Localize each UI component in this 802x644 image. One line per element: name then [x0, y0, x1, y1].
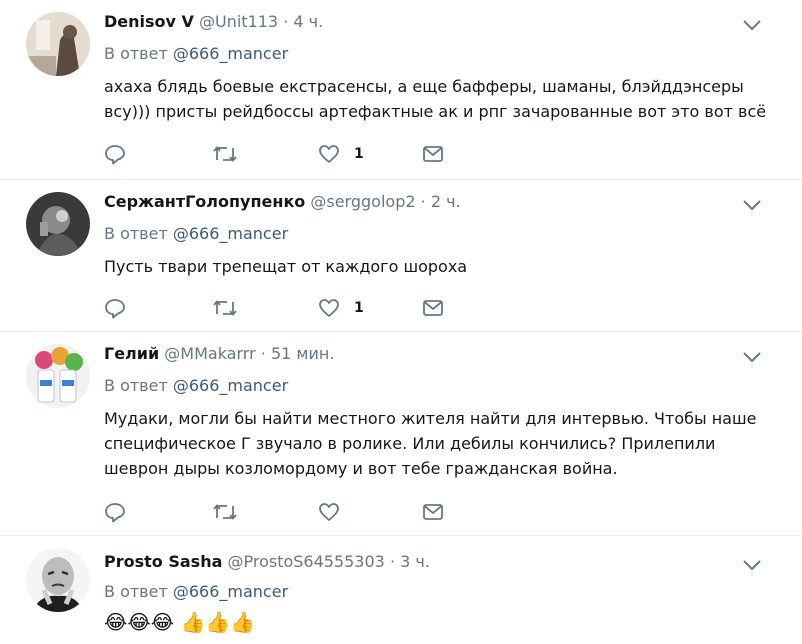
like-count: 1	[354, 146, 364, 162]
reply-mention-link[interactable]: @666_mancer	[173, 224, 288, 243]
reply-prefix: В ответ	[104, 582, 168, 601]
tweet-actions	[104, 500, 464, 524]
reply-mention-link[interactable]: @666_mancer	[173, 376, 288, 395]
tweet-text-line: 😂😂😂 👍👍👍	[104, 610, 256, 634]
tweet-text: Мудаки, могли бы найти местного жителя н…	[104, 406, 784, 481]
tweet[interactable]: СержантГолопупенко @serggolop2 · 2 ч. В …	[0, 180, 802, 332]
dm-button[interactable]	[422, 296, 444, 320]
avatar[interactable]	[26, 192, 90, 256]
separator-dot: ·	[260, 344, 266, 363]
reply-prefix: В ответ	[104, 376, 168, 395]
like-icon	[318, 143, 340, 165]
dm-button[interactable]	[422, 142, 444, 166]
reply-mention-link[interactable]: @666_mancer	[173, 582, 288, 601]
avatar[interactable]	[26, 12, 90, 76]
separator-dot: ·	[389, 552, 396, 571]
retweet-icon	[212, 297, 238, 319]
dm-icon	[422, 501, 444, 523]
display-name[interactable]: Гелий	[104, 344, 159, 363]
retweet-button[interactable]	[212, 296, 238, 320]
reply-context: В ответ @666_mancer	[104, 582, 288, 602]
chevron-down-icon[interactable]	[742, 17, 762, 31]
tweet-text-line: Пусть твари трепещат от каждого шороха	[104, 257, 468, 276]
like-icon	[318, 297, 340, 319]
like-button[interactable]: 1	[318, 296, 364, 320]
tweet-text: 😂😂😂 👍👍👍	[104, 610, 255, 634]
reply-button[interactable]	[104, 142, 126, 166]
timestamp[interactable]: 4 ч.	[293, 12, 323, 31]
tweet-header: Denisov V @Unit113 · 4 ч.	[104, 12, 323, 32]
dm-button[interactable]	[422, 500, 444, 524]
timestamp[interactable]: 3 ч.	[400, 552, 430, 571]
display-name[interactable]: СержантГолопупенко	[104, 192, 305, 211]
reply-feed: Denisov V @Unit113 · 4 ч. В ответ @666_m…	[0, 0, 802, 644]
like-button[interactable]	[318, 500, 354, 524]
tweet-actions: 1	[104, 296, 464, 320]
reply-prefix: В ответ	[104, 224, 168, 243]
user-handle[interactable]: @ProstoS64555303	[227, 552, 384, 571]
display-name[interactable]: Denisov V	[104, 12, 194, 31]
avatar[interactable]	[26, 548, 90, 612]
reply-mention-link[interactable]: @666_mancer	[173, 44, 288, 63]
user-handle[interactable]: @MMakarrr	[164, 344, 255, 363]
retweet-icon	[212, 143, 238, 165]
separator-dot: ·	[420, 192, 426, 211]
reply-context: В ответ @666_mancer	[104, 44, 288, 64]
user-handle[interactable]: @Unit113	[199, 12, 278, 31]
tweet-text: ахаха блядь боевые екстрасенсы, а еще ба…	[104, 74, 784, 124]
retweet-icon	[212, 501, 238, 523]
display-name[interactable]: Prosto Sasha	[104, 552, 222, 571]
timestamp[interactable]: 2 ч.	[431, 192, 461, 211]
dm-icon	[422, 297, 444, 319]
tweet[interactable]: Denisov V @Unit113 · 4 ч. В ответ @666_m…	[0, 0, 802, 180]
reply-icon	[104, 143, 126, 165]
reply-button[interactable]	[104, 500, 126, 524]
avatar[interactable]	[26, 344, 90, 408]
chevron-down-icon[interactable]	[742, 349, 762, 363]
reply-prefix: В ответ	[104, 44, 168, 63]
reply-icon	[104, 501, 126, 523]
like-button[interactable]: 1	[318, 142, 364, 166]
tweet-header: Гелий @MMakarrr · 51 мин.	[104, 344, 334, 364]
dm-icon	[422, 143, 444, 165]
chevron-down-icon[interactable]	[742, 557, 762, 571]
separator-dot: ·	[283, 12, 289, 31]
user-handle[interactable]: @serggolop2	[310, 192, 415, 211]
tweet-header: Prosto Sasha @ProstoS64555303 · 3 ч.	[104, 552, 430, 572]
tweet[interactable]: Prosto Sasha @ProstoS64555303 · 3 ч. В о…	[0, 536, 802, 644]
tweet-text-line: шеврон дыры козломордому и вот тебе граж…	[104, 459, 618, 478]
tweet-text: Пусть твари трепещат от каждого шороха	[104, 254, 784, 279]
reply-icon	[104, 297, 126, 319]
tweet-text-line: ахаха блядь боевые екстрасенсы, а еще ба…	[104, 77, 744, 96]
tweet-header: СержантГолопупенко @serggolop2 · 2 ч.	[104, 192, 461, 212]
reply-context: В ответ @666_mancer	[104, 376, 288, 396]
tweet-text-line: всу))) присты рейдбоссы артефактные ак и…	[104, 102, 767, 121]
chevron-down-icon[interactable]	[742, 197, 762, 211]
reply-context: В ответ @666_mancer	[104, 224, 288, 244]
like-count: 1	[354, 300, 364, 316]
tweet-text-line: Мудаки, могли бы найти местного жителя н…	[104, 409, 757, 428]
reply-button[interactable]	[104, 296, 126, 320]
timestamp[interactable]: 51 мин.	[271, 344, 334, 363]
tweet-actions: 1	[104, 142, 464, 166]
tweet[interactable]: Гелий @MMakarrr · 51 мин. В ответ @666_m…	[0, 332, 802, 536]
retweet-button[interactable]	[212, 142, 238, 166]
like-icon	[318, 501, 340, 523]
retweet-button[interactable]	[212, 500, 238, 524]
tweet-text-line: специфическое Г звучало в ролике. Или де…	[104, 434, 716, 453]
